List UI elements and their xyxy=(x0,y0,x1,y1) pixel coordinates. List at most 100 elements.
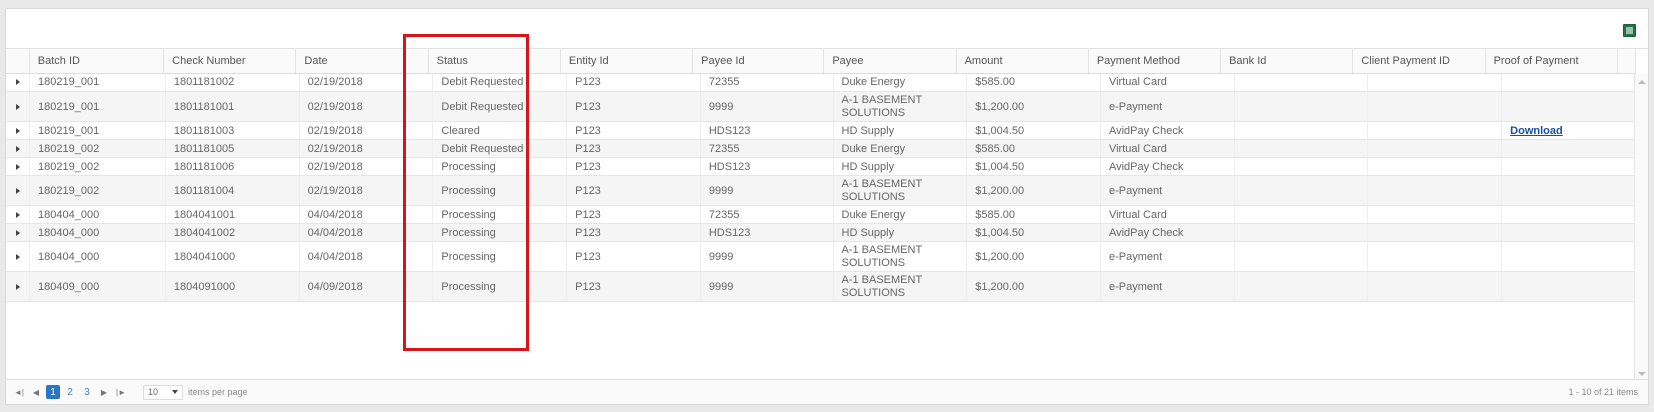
cell-proof-of-payment xyxy=(1501,271,1636,302)
table-row[interactable]: 180219_001 1801181001 02/19/2018 Debit Requ… xyxy=(6,91,1636,122)
excel-export-icon[interactable] xyxy=(1623,24,1636,37)
cell-amount: $1,200.00 xyxy=(966,241,1101,272)
column-header-bank-id[interactable]: Bank Id xyxy=(1220,49,1354,74)
vertical-scrollbar[interactable] xyxy=(1634,73,1648,382)
cell-amount: $585.00 xyxy=(966,73,1101,92)
expand-row-icon[interactable] xyxy=(15,253,20,260)
cell-bank-id xyxy=(1234,205,1369,224)
column-header-payment-method[interactable]: Payment Method xyxy=(1088,49,1222,74)
cell-bank-id xyxy=(1234,175,1369,206)
expand-row-cell[interactable] xyxy=(6,223,31,242)
cell-payee: Duke Energy xyxy=(833,205,968,224)
table-row[interactable]: 180219_001 1801181003 02/19/2018 Cleared P12… xyxy=(6,121,1636,140)
cell-status: Cleared xyxy=(432,121,568,140)
scroll-down-icon[interactable] xyxy=(1638,371,1646,376)
column-header-proof-of-payment[interactable]: Proof of Payment xyxy=(1485,49,1618,74)
expand-row-cell[interactable] xyxy=(6,91,31,122)
cell-bank-id xyxy=(1234,157,1369,176)
cell-batch-id: 180409_000 xyxy=(29,271,166,302)
column-header-status[interactable]: Status xyxy=(428,49,561,74)
cell-entity-id: P123 xyxy=(566,223,701,242)
expand-row-icon[interactable] xyxy=(15,211,20,218)
cell-payee-id: 72355 xyxy=(700,205,834,224)
cell-client-payment-id xyxy=(1367,91,1503,122)
cell-client-payment-id xyxy=(1367,223,1503,242)
cell-client-payment-id xyxy=(1367,73,1503,92)
column-header-batch-id[interactable]: Batch ID xyxy=(29,49,165,74)
table-row[interactable]: 180409_000 1804091000 04/09/2018 Processing… xyxy=(6,271,1636,302)
column-header-entity-id[interactable]: Entity Id xyxy=(560,49,694,74)
cell-payee-id: 9999 xyxy=(700,91,834,122)
expand-row-cell[interactable] xyxy=(6,73,31,92)
page-button-2[interactable]: 2 xyxy=(63,385,77,399)
table-row[interactable]: 180219_001 1801181002 02/19/2018 Debit Requ… xyxy=(6,73,1636,92)
table-row[interactable]: 180404_000 1804041000 04/04/2018 Processing… xyxy=(6,241,1636,272)
expand-row-icon[interactable] xyxy=(15,127,20,134)
column-header-payee-id[interactable]: Payee Id xyxy=(692,49,825,74)
column-header-check-number[interactable]: Check Number xyxy=(163,49,297,74)
cell-check-number: 1804041000 xyxy=(165,241,300,272)
scroll-up-icon[interactable] xyxy=(1638,79,1646,84)
cell-amount: $1,004.50 xyxy=(966,121,1101,140)
expand-row-cell[interactable] xyxy=(6,139,31,158)
prev-page-icon[interactable]: ◀ xyxy=(29,385,43,399)
table-row[interactable]: 180219_002 1801181005 02/19/2018 Debit Requ… xyxy=(6,139,1636,158)
expand-row-cell[interactable] xyxy=(6,157,31,176)
cell-bank-id xyxy=(1234,91,1369,122)
column-header-amount[interactable]: Amount xyxy=(956,49,1089,74)
cell-batch-id: 180219_001 xyxy=(29,91,166,122)
expand-row-icon[interactable] xyxy=(15,283,20,290)
cell-status: Processing xyxy=(432,205,568,224)
column-header-client-payment-id[interactable]: Client Payment ID xyxy=(1352,49,1486,74)
last-page-icon[interactable]: |► xyxy=(114,385,128,399)
expand-row-cell[interactable] xyxy=(6,121,31,140)
expand-row-icon[interactable] xyxy=(15,79,20,86)
cell-payment-method: e-Payment xyxy=(1100,175,1235,206)
cell-status: Debit Requested xyxy=(432,91,568,122)
cell-entity-id: P123 xyxy=(566,241,701,272)
cell-payment-method: Virtual Card xyxy=(1100,73,1235,92)
expand-row-icon[interactable] xyxy=(15,145,20,152)
table-row[interactable]: 180404_000 1804041001 04/04/2018 Processing… xyxy=(6,205,1636,224)
table-row[interactable]: 180219_002 1801181006 02/19/2018 Processing… xyxy=(6,157,1636,176)
expand-row-cell[interactable] xyxy=(6,271,31,302)
expand-row-icon[interactable] xyxy=(15,229,20,236)
table-row[interactable]: 180404_000 1804041002 04/04/2018 Processing… xyxy=(6,223,1636,242)
cell-payment-method: AvidPay Check xyxy=(1100,121,1235,140)
cell-payment-method: e-Payment xyxy=(1100,271,1235,302)
cell-bank-id xyxy=(1234,73,1369,92)
page-button-1[interactable]: 1 xyxy=(46,385,60,399)
column-header-date[interactable]: Date xyxy=(295,49,429,74)
first-page-icon[interactable]: ◄| xyxy=(12,385,26,399)
expand-row-cell[interactable] xyxy=(6,205,31,224)
cell-payment-method: e-Payment xyxy=(1100,91,1235,122)
page-button-3[interactable]: 3 xyxy=(80,385,94,399)
cell-status: Processing xyxy=(432,271,568,302)
items-per-page-select[interactable]: 10 xyxy=(143,384,183,400)
cell-entity-id: P123 xyxy=(566,157,701,176)
expand-row-icon[interactable] xyxy=(15,103,20,110)
cell-proof-of-payment xyxy=(1501,139,1636,158)
table-row[interactable]: 180219_002 1801181004 02/19/2018 Processing… xyxy=(6,175,1636,206)
cell-check-number: 1804041002 xyxy=(165,223,300,242)
cell-date: 02/19/2018 xyxy=(299,175,434,206)
expand-row-cell[interactable] xyxy=(6,175,31,206)
next-page-icon[interactable]: ▶ xyxy=(97,385,111,399)
cell-check-number: 1801181002 xyxy=(165,73,300,92)
cell-bank-id xyxy=(1234,223,1369,242)
cell-batch-id: 180404_000 xyxy=(29,241,166,272)
expand-row-icon[interactable] xyxy=(15,163,20,170)
pager-range-info: 1 - 10 of 21 items xyxy=(1568,387,1638,397)
cell-proof-of-payment xyxy=(1501,175,1636,206)
cell-payment-method: Virtual Card xyxy=(1100,139,1235,158)
cell-payment-method: e-Payment xyxy=(1100,241,1235,272)
items-per-page-label: items per page xyxy=(188,387,248,397)
cell-amount: $1,004.50 xyxy=(966,223,1101,242)
cell-bank-id xyxy=(1234,139,1369,158)
column-header-payee[interactable]: Payee xyxy=(823,49,957,74)
download-link[interactable]: Download xyxy=(1510,125,1563,137)
cell-payee-id: 9999 xyxy=(700,271,834,302)
expand-row-cell[interactable] xyxy=(6,241,31,272)
expand-row-icon[interactable] xyxy=(15,187,20,194)
cell-entity-id: P123 xyxy=(566,271,701,302)
